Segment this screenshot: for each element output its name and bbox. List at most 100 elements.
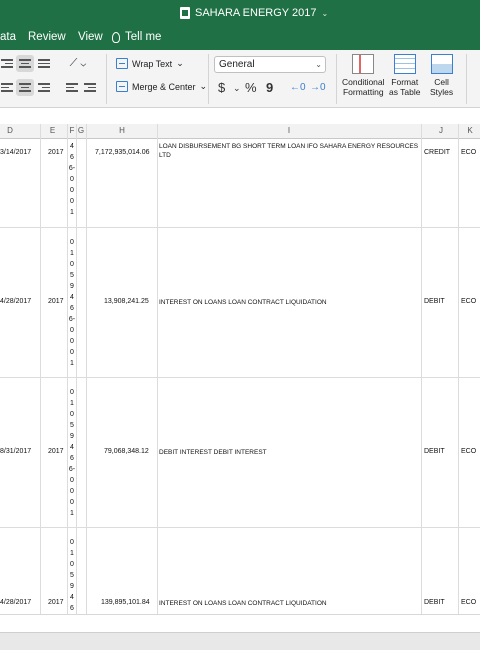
wrap-text-button[interactable]: Wrap Text ⌄ xyxy=(116,58,184,69)
align-center-button[interactable] xyxy=(16,79,34,96)
tell-me-search[interactable]: Tell me xyxy=(112,31,161,43)
align-center-top-button[interactable] xyxy=(16,55,34,72)
cell-k[interactable]: ECO xyxy=(461,448,476,455)
grid-line xyxy=(40,124,41,614)
grid-line xyxy=(76,124,77,614)
cell-date[interactable]: 4/28/2017 xyxy=(0,599,31,606)
cell-k[interactable]: ECO xyxy=(461,599,476,606)
increase-indent-icon xyxy=(84,81,96,94)
cell-description[interactable]: INTEREST ON LOANS LOAN CONTRACT LIQUIDAT… xyxy=(159,599,419,608)
cell-year[interactable]: 2017 xyxy=(48,448,64,455)
number-format-select[interactable]: General ⌄ xyxy=(214,56,326,73)
cell-reference[interactable]: 0 1 0 5 9 4 6 6- 0 0 0 1 xyxy=(68,237,76,369)
decrease-decimal-icon[interactable]: →0 xyxy=(310,82,326,93)
cell-year[interactable]: 2017 xyxy=(48,599,64,606)
cell-k[interactable]: ECO xyxy=(461,298,476,305)
chevron-down-icon[interactable]: ⌄ xyxy=(233,83,241,94)
cell-reference[interactable]: 4 6 6- 0 0 0 1 xyxy=(68,141,76,218)
cell-styles-icon xyxy=(430,54,453,74)
orientation-button[interactable]: ⟋ ⌄ xyxy=(64,55,92,72)
cell-date[interactable]: 3/14/2017 xyxy=(0,149,31,156)
cell-k[interactable]: ECO xyxy=(461,149,476,156)
decrease-indent-icon xyxy=(66,81,78,94)
lightbulb-icon xyxy=(112,31,120,43)
grid-line xyxy=(421,124,422,614)
ribbon-divider xyxy=(106,54,107,104)
cell-styles-label: Cell Styles xyxy=(430,77,454,97)
ribbon-divider xyxy=(336,54,337,104)
cell-reference[interactable]: 0 1 0 5 9 4 6 6- 0 0 0 1 xyxy=(68,387,76,519)
column-header-j[interactable]: J xyxy=(422,126,460,135)
cell-year[interactable]: 2017 xyxy=(48,298,64,305)
cell-amount[interactable]: 139,895,101.84 xyxy=(101,599,150,606)
wrap-text-icon xyxy=(116,58,128,69)
cell-date[interactable]: 8/31/2017 xyxy=(0,448,31,455)
align-bottom-icon xyxy=(38,57,50,70)
grid-line xyxy=(86,124,87,614)
format-as-table-label: Format as Table xyxy=(389,77,421,97)
align-right-button[interactable] xyxy=(36,79,52,96)
wrap-text-label: Wrap Text xyxy=(132,58,173,69)
cell-reference[interactable]: 0 1 0 5 9 4 6 xyxy=(68,537,76,614)
increase-decimal-icon[interactable]: ←0 xyxy=(290,82,306,93)
column-header-d[interactable]: D xyxy=(0,126,20,135)
row-divider xyxy=(0,377,480,378)
cell-description[interactable]: INTEREST ON LOANS LOAN CONTRACT LIQUIDAT… xyxy=(159,298,419,307)
cell-type[interactable]: DEBIT xyxy=(424,448,445,455)
tab-view[interactable]: View xyxy=(78,31,103,43)
currency-format-button[interactable]: $ xyxy=(218,80,225,95)
tab-review[interactable]: Review xyxy=(28,31,66,43)
column-header-g[interactable]: G xyxy=(76,126,86,135)
increase-indent-button[interactable] xyxy=(84,79,96,96)
formula-bar-gap xyxy=(0,108,480,124)
cell-amount[interactable]: 79,068,348.12 xyxy=(104,448,149,455)
cell-description[interactable]: LOAN DISBURSEMENT BG SHORT TERM LOAN IFO… xyxy=(159,142,419,160)
column-headers: D E F G H I J K xyxy=(0,124,480,139)
comma-style-button[interactable]: 9 xyxy=(266,80,273,95)
ribbon-divider xyxy=(208,54,209,104)
cell-year[interactable]: 2017 xyxy=(48,149,64,156)
window-title: SAHARA ENERGY 2017 xyxy=(195,7,317,19)
conditional-formatting-button[interactable]: Conditional Formatting xyxy=(342,54,385,97)
column-header-i[interactable]: I xyxy=(157,126,421,135)
cell-date[interactable]: 4/28/2017 xyxy=(0,298,31,305)
excel-document-icon xyxy=(180,7,190,19)
ribbon-tabs: ata Review View Tell me xyxy=(0,26,480,50)
decrease-indent-button[interactable] xyxy=(66,79,78,96)
status-bar xyxy=(0,632,480,650)
window-title-group[interactable]: SAHARA ENERGY 2017 ⌄ xyxy=(180,6,328,20)
cell-description[interactable]: DEBIT INTEREST DEBIT INTEREST xyxy=(159,448,419,457)
cell-amount[interactable]: 7,172,935,014.06 xyxy=(95,149,150,156)
align-left-button[interactable] xyxy=(0,79,14,96)
cell-type[interactable]: DEBIT xyxy=(424,298,445,305)
align-right-icon xyxy=(1,57,13,70)
align-right-top-button[interactable] xyxy=(0,55,14,72)
grid-line xyxy=(157,124,158,614)
column-header-h[interactable]: H xyxy=(87,126,157,135)
cell-amount[interactable]: 13,908,241.25 xyxy=(104,298,149,305)
text-orientation-icon: ⟋ ⌄ xyxy=(69,57,87,69)
format-table-icon xyxy=(393,54,416,74)
chevron-down-icon: ⌄ xyxy=(199,81,208,91)
sheet-tabs-bar xyxy=(0,614,480,632)
merge-center-label: Merge & Center xyxy=(132,81,196,92)
column-header-k[interactable]: K xyxy=(460,126,480,135)
conditional-formatting-label: Conditional Formatting xyxy=(342,77,385,97)
merge-cells-icon xyxy=(116,81,128,92)
row-divider xyxy=(0,227,480,228)
merge-center-button[interactable]: Merge & Center ⌄ xyxy=(116,81,207,92)
percent-style-button[interactable]: % xyxy=(245,80,257,95)
right-text-icon xyxy=(38,81,50,94)
cell-type[interactable]: CREDIT xyxy=(424,149,450,156)
grid-line xyxy=(458,124,459,614)
format-as-table-button[interactable]: Format as Table xyxy=(389,54,421,97)
conditional-formatting-icon xyxy=(352,54,375,74)
align-left-icon xyxy=(1,81,13,94)
cell-type[interactable]: DEBIT xyxy=(424,599,445,606)
column-header-e[interactable]: E xyxy=(40,126,65,135)
tab-data[interactable]: ata xyxy=(0,31,16,43)
center-text-icon xyxy=(19,81,31,94)
align-bottom-button[interactable] xyxy=(36,55,52,72)
cell-styles-button[interactable]: Cell Styles xyxy=(430,54,453,97)
column-header-f[interactable]: F xyxy=(68,126,76,135)
